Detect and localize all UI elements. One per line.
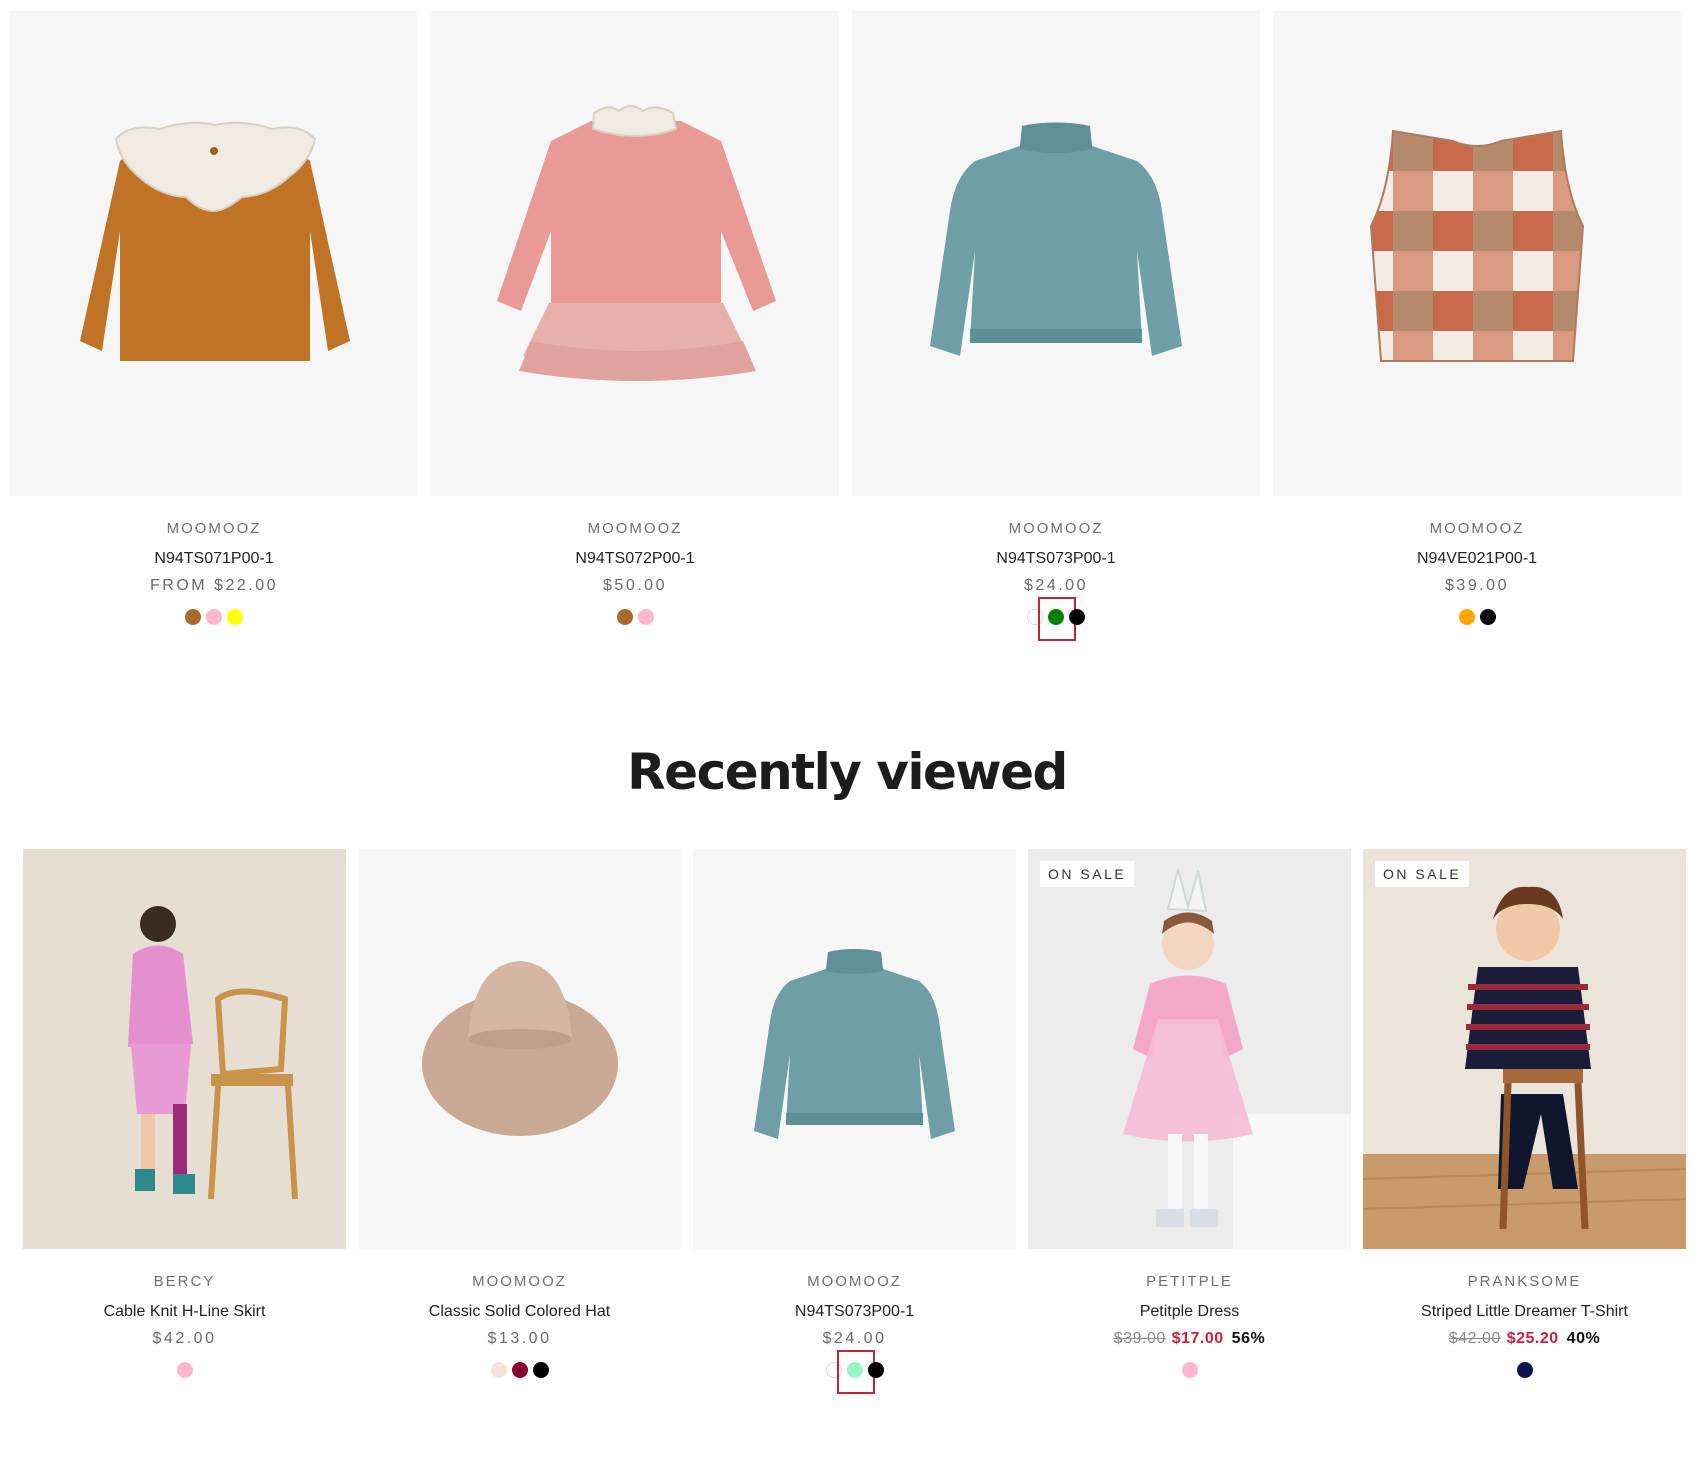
product-image[interactable]: ON SALE: [1028, 849, 1351, 1249]
product-vendor: BERCY: [153, 1273, 216, 1290]
color-swatch[interactable]: [1069, 609, 1085, 625]
color-swatch[interactable]: [1479, 609, 1496, 625]
product-card[interactable]: MOOMOOZ Classic Solid Colored Hat $13.00: [358, 849, 681, 1379]
ruffle-collar-top-icon: [80, 121, 350, 361]
product-price: $42.00: [152, 1330, 217, 1347]
color-swatches: [358, 1361, 681, 1379]
color-swatch[interactable]: [1181, 1362, 1198, 1378]
color-swatches: [10, 608, 418, 626]
turtleneck-sweater-icon: [930, 122, 1182, 356]
product-image[interactable]: [431, 11, 839, 496]
product-image[interactable]: [23, 849, 346, 1249]
product-card[interactable]: MOOMOOZ N94TS073P00-1 $24.00: [852, 11, 1260, 641]
product-vendor: MOOMOOZ: [587, 520, 683, 537]
product-card[interactable]: MOOMOOZ N94TS073P00-1 $24.00: [693, 849, 1016, 1394]
color-swatch[interactable]: [206, 609, 222, 625]
product-title[interactable]: Striped Little Dreamer T-Shirt: [1363, 1302, 1686, 1322]
color-swatch[interactable]: [1458, 609, 1475, 625]
product-card[interactable]: BERCY Cable Knit H-Line Skirt $42.00: [23, 849, 346, 1379]
product-vendor: MOOMOOZ: [472, 1273, 567, 1290]
product-title[interactable]: N94TS071P00-1: [10, 549, 418, 569]
color-swatch[interactable]: [637, 609, 654, 625]
product-title[interactable]: N94VE021P00-1: [1273, 549, 1681, 569]
sale-badge: ON SALE: [1040, 861, 1135, 887]
compare-price: $39.00: [1113, 1330, 1166, 1347]
product-vendor: MOOMOOZ: [807, 1273, 902, 1290]
compare-price: $42.00: [1448, 1330, 1501, 1347]
product-vendor: PRANKSOME: [1467, 1273, 1582, 1290]
product-vendor: MOOMOOZ: [166, 520, 262, 537]
color-swatch[interactable]: [511, 1362, 528, 1378]
product-image[interactable]: [693, 849, 1016, 1249]
color-swatches: [1273, 608, 1681, 626]
product-title[interactable]: N94TS073P00-1: [693, 1302, 1016, 1322]
product-card[interactable]: MOOMOOZ N94VE021P00-1 $39.00: [1273, 11, 1681, 626]
girl-pink-tutu-photo: [1028, 849, 1351, 1249]
product-title[interactable]: N94TS072P00-1: [431, 549, 839, 569]
ruffle-dress-icon: [497, 105, 776, 381]
product-image[interactable]: [10, 11, 418, 496]
color-swatches: [23, 1361, 346, 1379]
product-card[interactable]: MOOMOOZ N94TS071P00-1 FROM $22.00: [10, 11, 418, 626]
turtleneck-sweater-icon: [754, 949, 955, 1139]
product-vendor: MOOMOOZ: [1008, 520, 1104, 537]
product-vendor: MOOMOOZ: [1429, 520, 1525, 537]
product-price: $50.00: [603, 577, 667, 594]
color-swatch[interactable]: [227, 609, 243, 625]
boy-striped-shirt-photo: [1363, 849, 1686, 1249]
product-price: $42.00 $25.20 40%: [1363, 1329, 1686, 1349]
color-swatch[interactable]: [616, 609, 633, 625]
product-image[interactable]: ON SALE: [1363, 849, 1686, 1249]
product-vendor: PETITPLE: [1146, 1273, 1233, 1290]
product-image[interactable]: [358, 849, 681, 1249]
sale-badge: ON SALE: [1375, 861, 1470, 887]
product-card[interactable]: MOOMOOZ N94TS072P00-1 $50.00: [431, 11, 839, 626]
felt-hat-icon: [422, 961, 618, 1136]
color-swatches: [852, 597, 1260, 641]
product-card[interactable]: ON SALE PETITPLE Petitple Dress $39.00 $1…: [1028, 849, 1351, 1379]
color-swatches: [1028, 1361, 1351, 1379]
section-heading: Recently viewed: [627, 743, 1068, 801]
sale-price: $17.00: [1171, 1330, 1224, 1347]
product-title[interactable]: N94TS073P00-1: [852, 549, 1260, 569]
product-price: $39.00 $17.00 56%: [1028, 1329, 1351, 1349]
product-grid: MOOMOOZ N94TS071P00-1 FROM $22.00 MOOMOO…: [10, 11, 1683, 641]
sale-price: $25.20: [1506, 1330, 1559, 1347]
product-title[interactable]: Petitple Dress: [1028, 1302, 1351, 1322]
color-swatch[interactable]: [867, 1362, 884, 1378]
product-price: FROM $22.00: [150, 577, 278, 594]
product-title[interactable]: Cable Knit H-Line Skirt: [23, 1302, 346, 1322]
color-swatch[interactable]: [1516, 1362, 1533, 1378]
color-swatch[interactable]: [176, 1362, 193, 1378]
product-title[interactable]: Classic Solid Colored Hat: [358, 1302, 681, 1322]
color-swatch[interactable]: [185, 609, 201, 625]
color-swatches: [431, 608, 839, 626]
product-price: $24.00: [822, 1330, 887, 1347]
discount-percent: 56%: [1231, 1330, 1266, 1347]
color-swatch[interactable]: [490, 1362, 507, 1378]
color-swatch[interactable]: [532, 1362, 549, 1378]
product-price: $13.00: [487, 1330, 552, 1347]
product-price: $39.00: [1445, 577, 1509, 594]
color-swatches: [1363, 1361, 1686, 1379]
product-image[interactable]: [852, 11, 1260, 496]
plaid-vest-icon: [1369, 129, 1585, 362]
product-card[interactable]: ON SALE PRANKSOME Striped Little Dreamer…: [1363, 849, 1686, 1379]
product-image[interactable]: [1273, 11, 1681, 496]
color-swatch-selected[interactable]: [836, 1350, 875, 1394]
color-swatches: [693, 1350, 1016, 1394]
recently-viewed-grid: BERCY Cable Knit H-Line Skirt $42.00 MOO…: [23, 849, 1687, 1394]
discount-percent: 40%: [1566, 1330, 1601, 1347]
product-price: $24.00: [1024, 577, 1088, 594]
girl-pink-knit-photo: [23, 849, 346, 1249]
color-swatch-selected[interactable]: [1038, 597, 1076, 641]
